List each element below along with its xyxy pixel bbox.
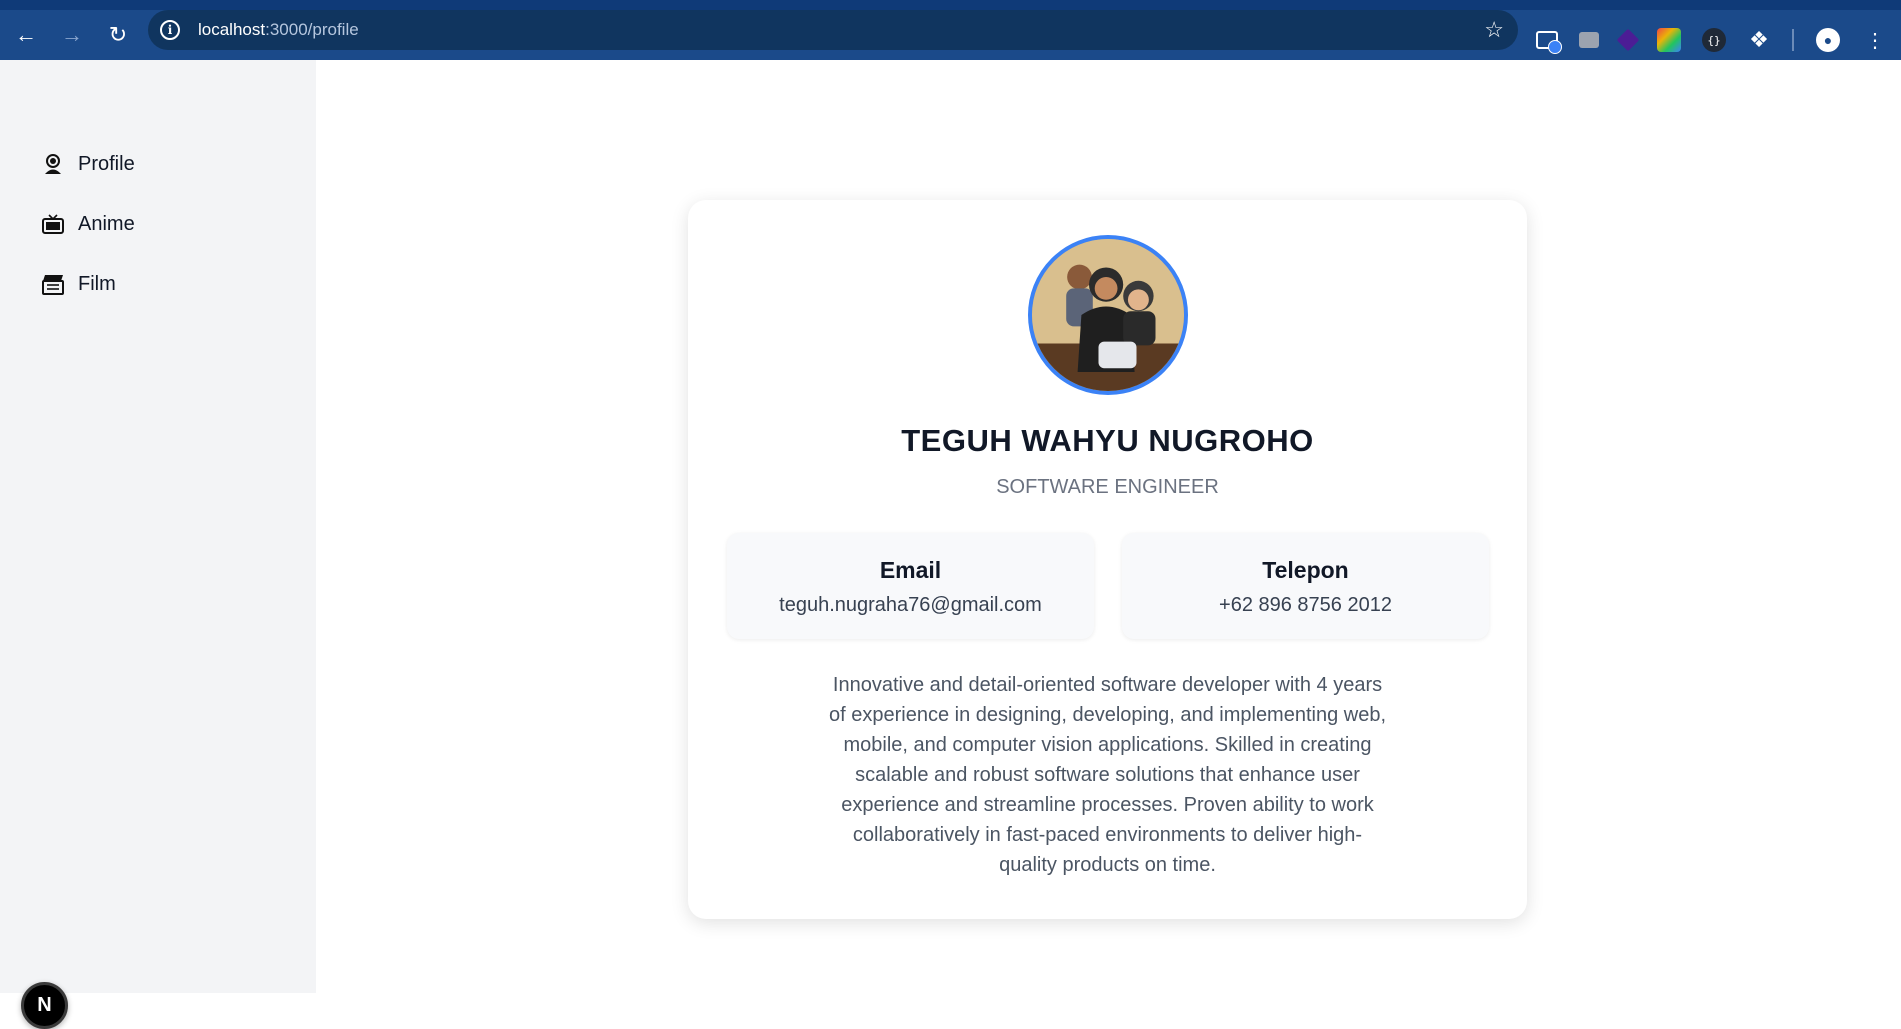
sidebar-item-label: Anime — [78, 212, 135, 235]
profile-name: TEGUH WAHYU NUGROHO — [901, 423, 1314, 458]
sidebar-item-anime[interactable]: Anime — [42, 204, 135, 244]
nextjs-dev-badge[interactable]: N — [21, 982, 68, 1029]
address-bar[interactable]: i localhost:3000/profile ☆ — [148, 10, 1518, 50]
profile-card: TEGUH WAHYU NUGROHO SOFTWARE ENGINEER Em… — [688, 200, 1527, 919]
clapperboard-icon — [42, 273, 64, 295]
site-info-icon[interactable]: i — [160, 20, 180, 40]
back-arrow-icon[interactable]: ← — [6, 15, 46, 55]
browser-toolbar: ← → ↻ i localhost:3000/profile ☆ {} ❖ ● … — [0, 0, 1901, 60]
toolbar-separator — [1792, 29, 1794, 51]
reload-icon[interactable]: ↻ — [98, 15, 138, 55]
phone-value: +62 896 8756 2012 — [1219, 594, 1392, 616]
bookmark-star-icon[interactable]: ☆ — [1484, 17, 1504, 43]
sidebar-item-film[interactable]: Film — [42, 264, 116, 304]
email-value: teguh.nugraha76@gmail.com — [779, 594, 1042, 616]
profile-avatar-icon[interactable]: ● — [1816, 28, 1840, 52]
profile-bio: Innovative and detail-oriented software … — [828, 674, 1387, 876]
tag-extension-icon[interactable] — [1579, 32, 1599, 48]
extensions-bar: {} ❖ ● ⋮ — [1536, 20, 1885, 60]
sidebar-item-label: Film — [78, 272, 116, 295]
email-label: Email — [879, 557, 942, 583]
sidebar-item-profile[interactable]: Profile — [42, 144, 135, 184]
sidebar-item-label: Profile — [78, 152, 135, 175]
colorful-extension-icon[interactable] — [1657, 28, 1681, 52]
cast-extension-icon[interactable] — [1536, 31, 1562, 54]
main-content: TEGUH WAHYU NUGROHO SOFTWARE ENGINEER Em… — [316, 60, 1901, 993]
url-path: :3000/profile — [265, 20, 359, 39]
diamond-extension-icon[interactable] — [1616, 28, 1640, 52]
profile-title: SOFTWARE ENGINEER — [996, 476, 1219, 498]
phone-box: Telepon +62 896 8756 2012 — [1122, 533, 1489, 639]
json-extension-icon[interactable]: {} — [1702, 28, 1726, 52]
puzzle-extensions-icon[interactable]: ❖ — [1747, 27, 1771, 52]
url-text[interactable]: localhost:3000/profile — [198, 20, 359, 40]
forward-arrow-icon[interactable]: → — [52, 15, 92, 55]
email-box: Email teguh.nugraha76@gmail.com — [727, 533, 1094, 639]
user-icon — [42, 153, 64, 175]
phone-label: Telepon — [1262, 557, 1349, 583]
family-photo — [1032, 239, 1184, 391]
more-menu-icon[interactable]: ⋮ — [1865, 28, 1885, 53]
sidebar: Profile Anime Film N — [0, 60, 316, 1029]
profile-avatar — [1028, 235, 1188, 395]
url-host: localhost — [198, 20, 266, 39]
tv-icon — [42, 213, 64, 235]
